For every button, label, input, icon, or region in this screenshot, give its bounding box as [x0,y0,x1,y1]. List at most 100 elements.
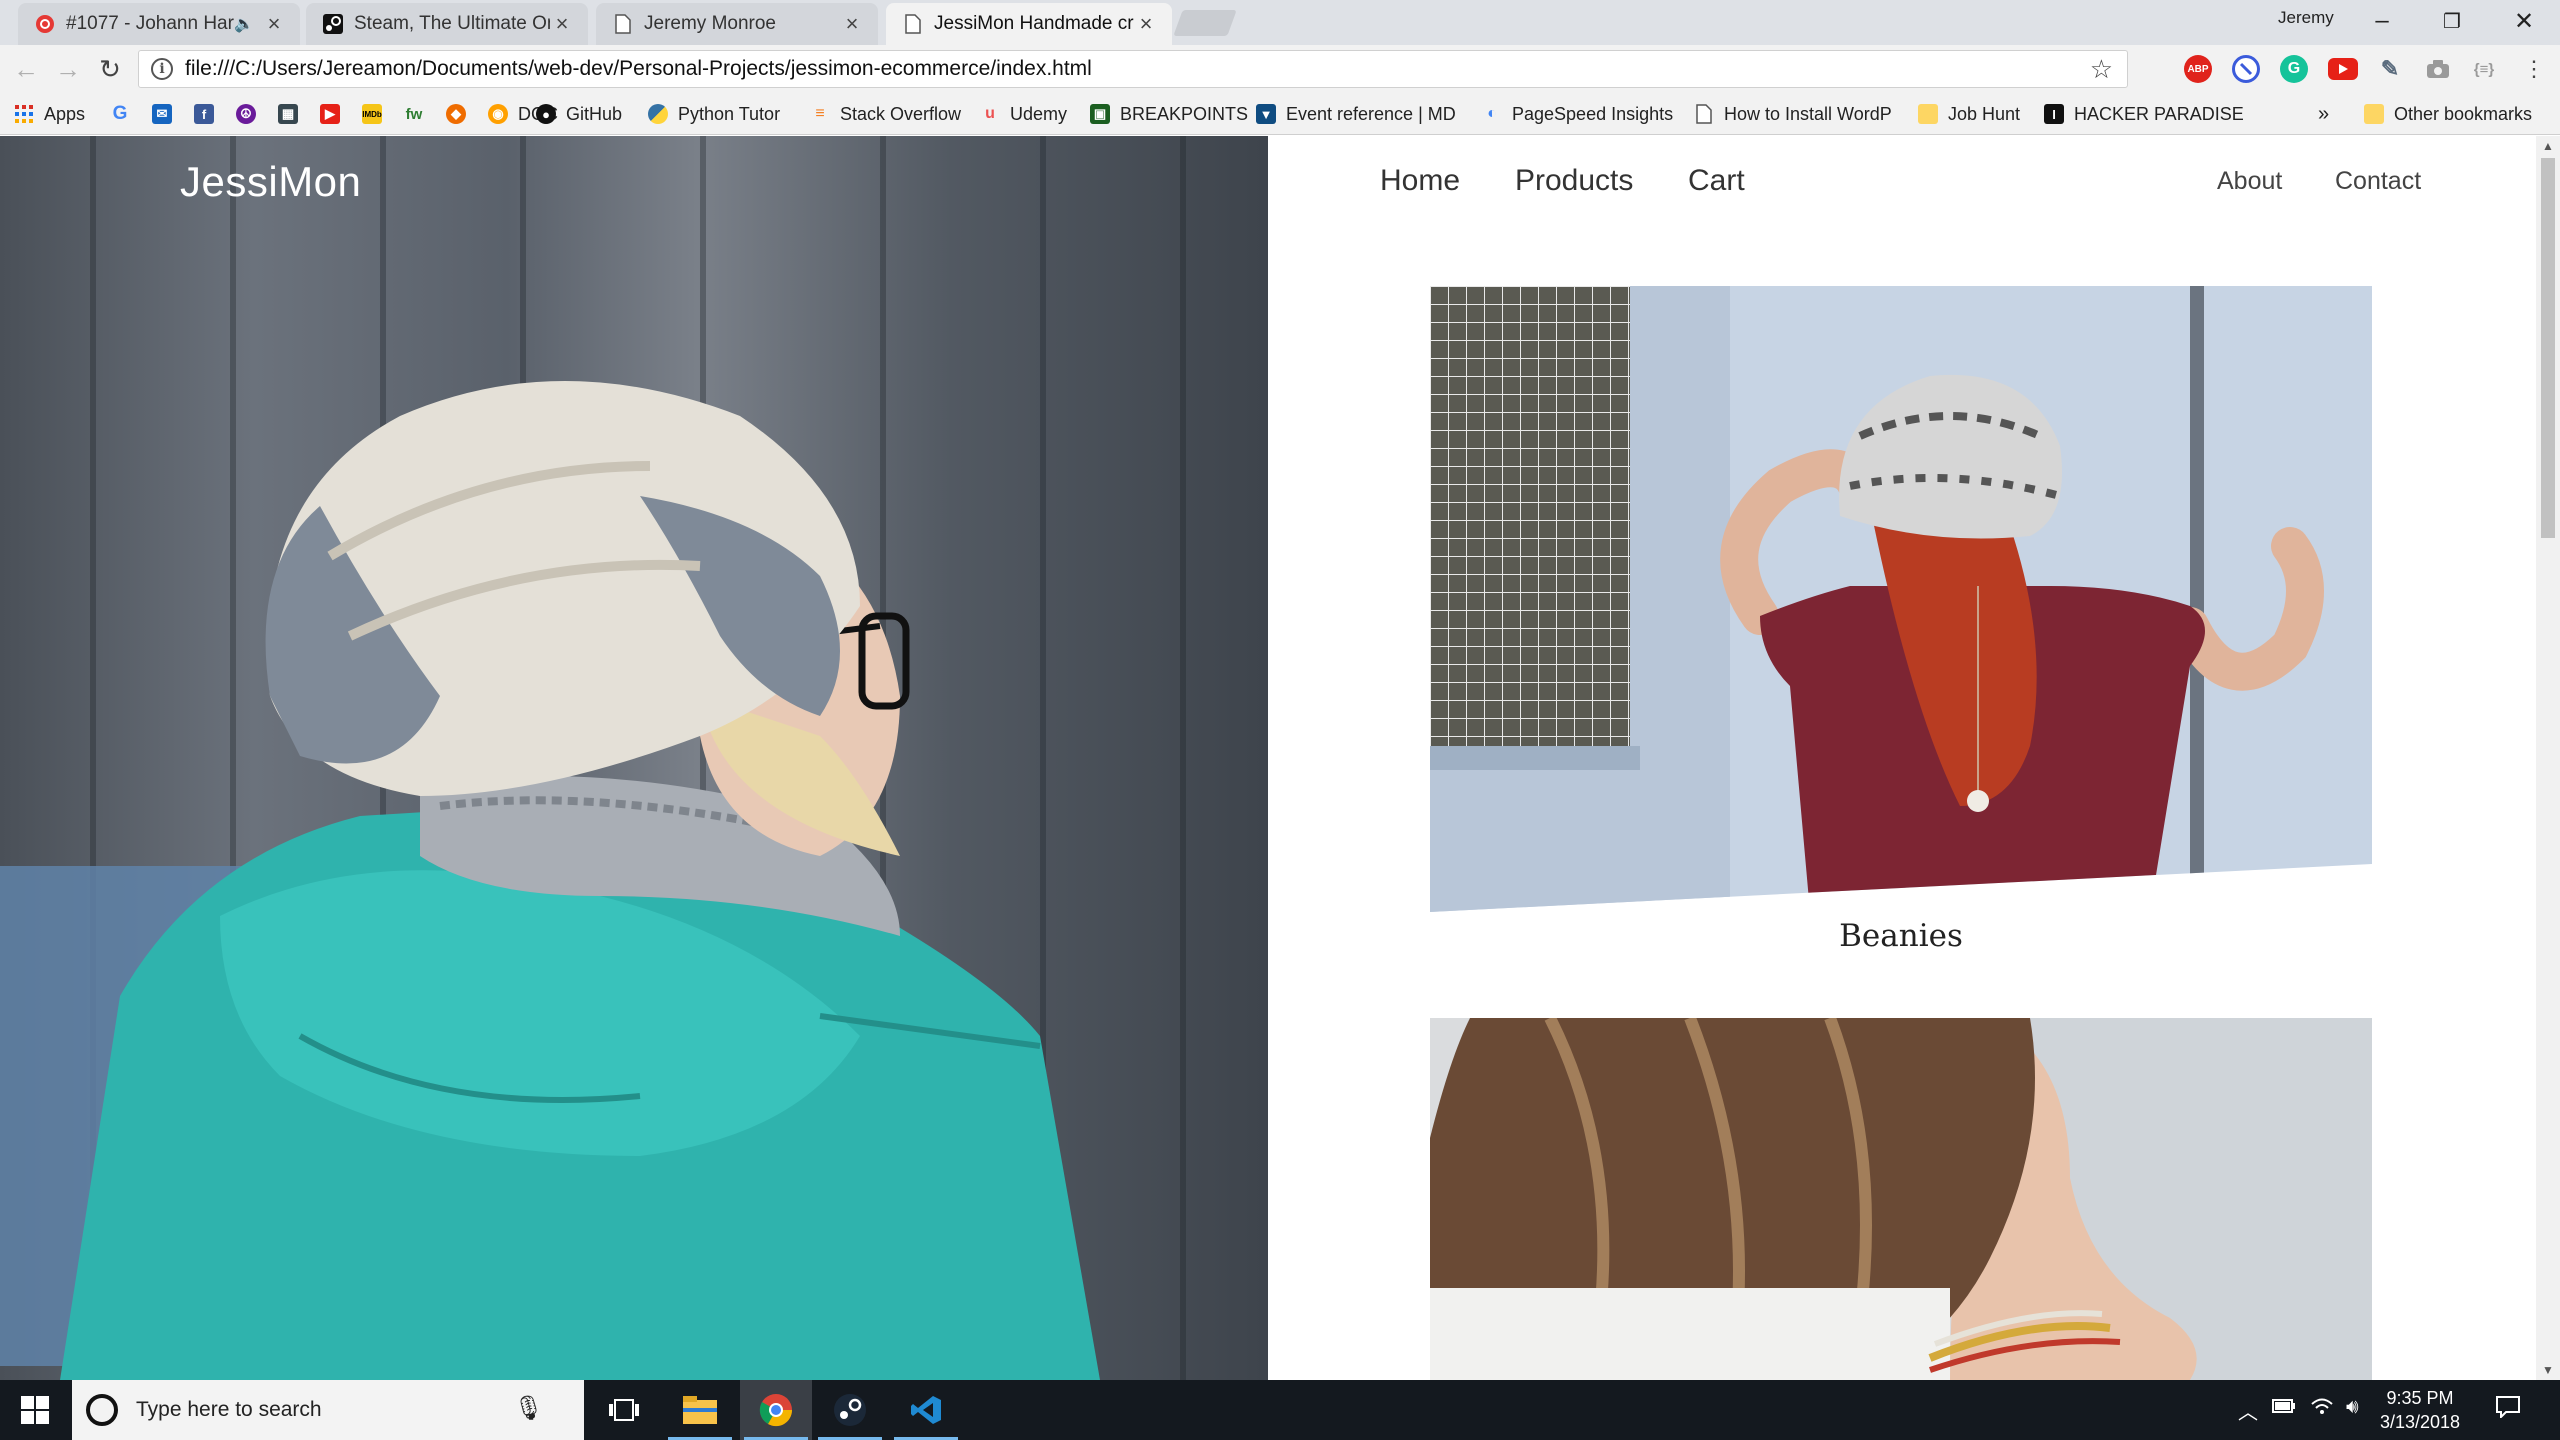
python-icon [648,104,668,124]
url-text[interactable]: file:///C:/Users/Jereamon/Documents/web-… [185,57,1092,81]
bookmark-google[interactable]: G [110,101,130,127]
wifi-icon[interactable] [2310,1396,2334,1422]
site-brand[interactable]: JessiMon [180,158,361,206]
star-icon[interactable]: ☆ [2090,54,2113,85]
taskbar-clock[interactable]: 9:35 PM 3/13/2018 [2360,1386,2480,1434]
steam-icon[interactable] [814,1380,886,1440]
taskbar-search-box[interactable]: Type here to search 🎙 [72,1380,584,1440]
restore-icon[interactable]: ❐ [2418,0,2486,42]
bookmark-mail[interactable]: ✉ [152,101,172,127]
bookmark-event-reference[interactable]: ▼ Event reference | MD [1256,101,1456,127]
bookmark-other[interactable]: Other bookmarks [2364,101,2532,127]
forward-icon[interactable]: → [50,51,86,87]
tab-jeremy-monroe[interactable]: Jeremy Monroe × [596,3,878,45]
minimize-icon[interactable]: – [2348,0,2416,42]
close-tab-icon[interactable]: × [840,11,864,37]
close-tab-icon[interactable]: × [550,11,574,37]
tab-steam[interactable]: Steam, The Ultimate Onli × [306,3,588,45]
bookmark-github[interactable]: ● GitHub [536,101,622,127]
nav-about[interactable]: About [2217,167,2282,196]
tab-jessimon[interactable]: JessiMon Handmade cra × [886,3,1172,45]
hero-image: JessiMon [0,136,1268,1380]
bookmark-python-tutor[interactable]: Python Tutor [648,101,780,127]
new-tab-button[interactable] [1173,10,1237,36]
tab-podcast[interactable]: #1077 - Johann Hari - 🔈 × [18,3,300,45]
bookmark-fw[interactable]: fw [404,101,424,127]
bookmark-calendar[interactable]: ▦ [278,101,298,127]
bookmark-breakpoints[interactable]: ▣ BREAKPOINTS [1090,101,1248,127]
bookmark-label: Apps [44,103,86,124]
scrollbar-thumb[interactable] [2541,158,2555,538]
chrome-icon[interactable] [740,1380,812,1440]
mail-icon: ✉ [152,104,172,124]
nav-contact[interactable]: Contact [2335,167,2421,196]
bookmark-hacker-paradise[interactable]: I HACKER PARADISE [2044,101,2244,127]
bookmark-udemy[interactable]: u Udemy [980,101,1067,127]
youtube-icon: ▶ [320,104,340,124]
json-icon[interactable]: {≡} [2470,55,2498,83]
bookmark-youtube[interactable]: ▶ [320,101,340,127]
steam-icon [322,13,344,35]
camera-icon[interactable] [2424,55,2452,83]
folder-icon [1918,104,1938,124]
bookmark-stack-overflow[interactable]: ≡ Stack Overflow [810,101,961,127]
youtube-ext-icon[interactable] [2328,58,2358,80]
imdb-icon: IMDb [362,104,382,124]
nav-products[interactable]: Products [1515,164,1633,198]
speaker-icon[interactable]: 🔈 [234,14,254,34]
bookmark-job-hunt[interactable]: Job Hunt [1918,101,2020,127]
nav-home[interactable]: Home [1380,164,1460,198]
bookmark-label: Job Hunt [1948,103,2021,124]
product-caption-beanies[interactable]: Beanies [1430,918,2372,954]
product-image-beanies[interactable] [1430,286,2372,912]
bookmark-wordpress[interactable]: How to Install WordP [1694,101,1892,127]
eyedropper-icon[interactable]: ✎ [2376,55,2404,83]
github-icon: ● [536,104,556,124]
back-icon[interactable]: ← [8,51,44,87]
bookmarks-bar: Apps G ✉ f ☮ ▦ ▶ IMDb fw ◆ ◉DGC ●GitHub … [0,93,2560,135]
peace-icon: ☮ [236,104,256,124]
google-icon: G [112,103,128,124]
bookmarks-overflow-icon[interactable]: » [2318,101,2329,127]
volume-icon[interactable]: 🔊︎ [2346,1396,2359,1419]
close-tab-icon[interactable]: × [262,11,286,37]
close-tab-icon[interactable]: × [1134,11,1158,37]
page-icon [902,13,924,35]
adblock-icon[interactable]: ABP [2184,55,2212,83]
vscode-icon[interactable] [890,1380,962,1440]
page-viewport: JessiMon Home Products Cart About Contac… [0,136,2560,1380]
scroll-up-icon[interactable]: ▲ [2536,136,2560,156]
bookmark-imdb[interactable]: IMDb [362,101,382,127]
bookmark-peace[interactable]: ☮ [236,101,256,127]
windows-start-icon[interactable] [0,1380,70,1440]
windows-taskbar: Type here to search 🎙 ︿ 🔊︎ 9:35 PM 3/13/… [0,1380,2560,1440]
battery-icon[interactable] [2272,1396,2296,1419]
clock-date: 3/13/2018 [2379,1412,2461,1432]
scroll-down-icon[interactable]: ▼ [2536,1360,2560,1380]
reload-icon[interactable]: ↻ [92,51,128,87]
product-image-2[interactable] [1430,1018,2372,1380]
podcast-icon [34,13,56,35]
block-icon[interactable] [2232,55,2260,83]
grammarly-icon[interactable]: G [2280,55,2308,83]
bookmark-apps[interactable]: Apps [14,101,85,127]
profile-name[interactable]: Jeremy [2278,8,2334,28]
window-close-icon[interactable]: ✕ [2490,0,2558,42]
bookmark-label: Python Tutor [678,103,781,124]
bookmark-facebook[interactable]: f [194,101,214,127]
action-center-icon[interactable] [2496,1396,2520,1424]
menu-icon[interactable]: ⋮ [2516,51,2552,87]
page-scrollbar[interactable]: ▲ ▼ [2536,136,2560,1380]
bookmark-codepen[interactable]: ◆ [446,101,466,127]
microphone-icon[interactable]: 🎙 [514,1394,544,1423]
file-explorer-icon[interactable] [664,1380,736,1440]
tab-title: JessiMon Handmade cra [934,13,1134,34]
info-icon[interactable]: i [151,58,173,80]
codepen-icon: ◆ [446,104,466,124]
tray-chevron-icon[interactable]: ︿ [2238,1396,2258,1425]
stackoverflow-icon: ≡ [815,105,825,122]
task-view-icon[interactable] [588,1380,660,1440]
nav-cart[interactable]: Cart [1688,164,1745,198]
address-bar[interactable]: i file:///C:/Users/Jereamon/Documents/we… [138,50,2128,88]
bookmark-pagespeed[interactable]: ◐ PageSpeed Insights [1482,101,1673,127]
